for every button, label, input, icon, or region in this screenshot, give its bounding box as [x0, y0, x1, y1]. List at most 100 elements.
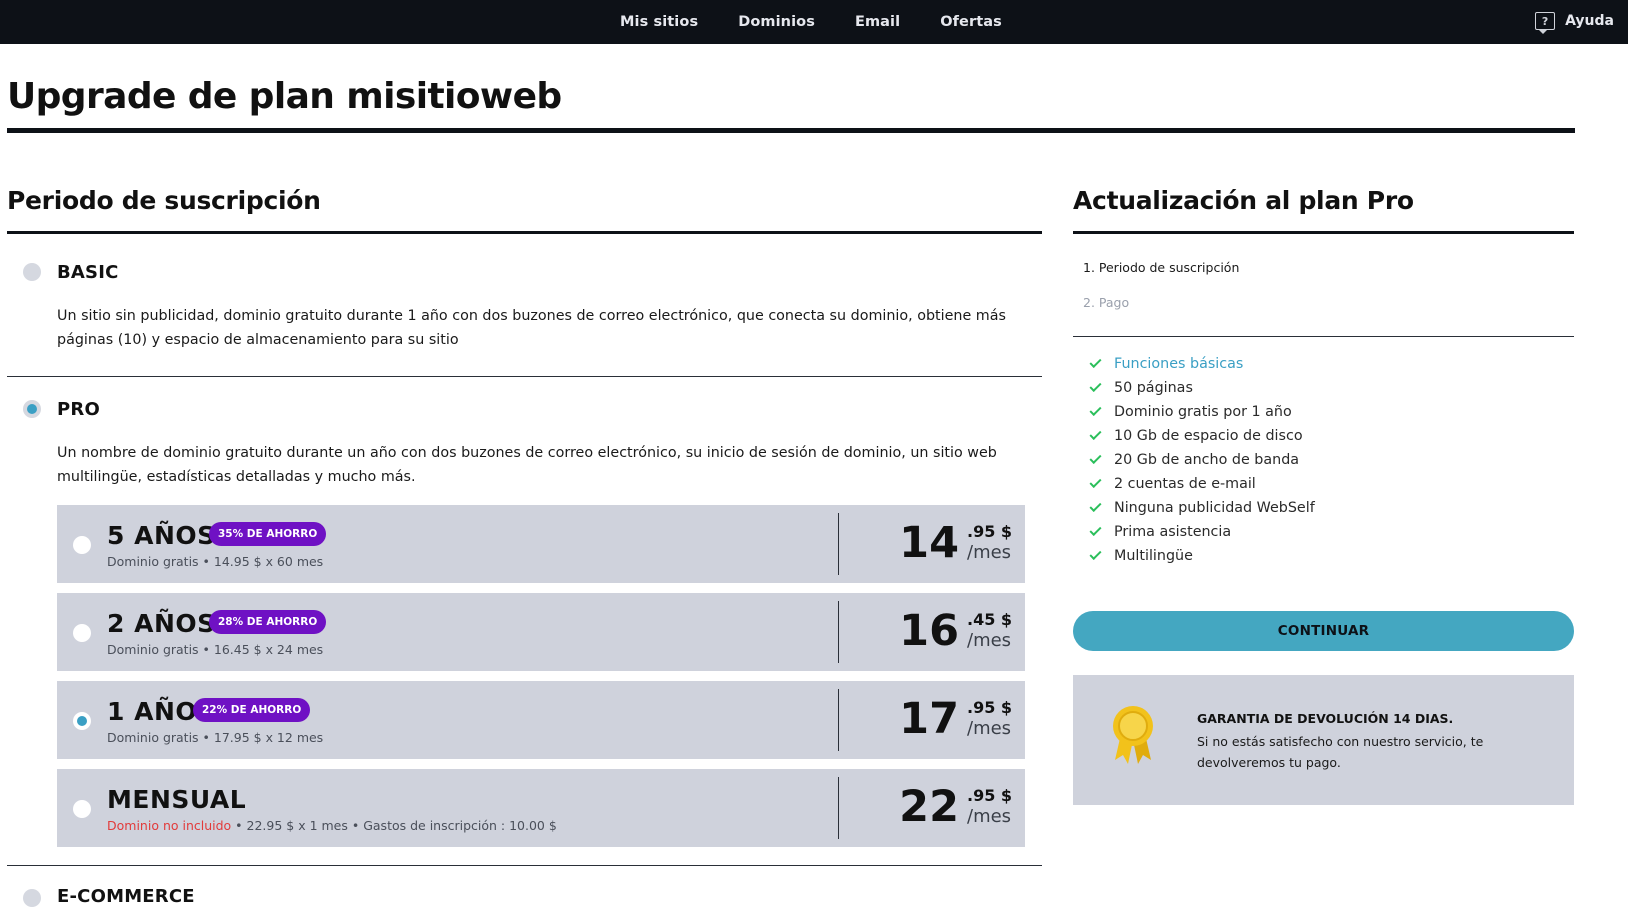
feature-label: Prima asistencia	[1114, 524, 1232, 540]
price-decimal: .95 $	[967, 522, 1013, 541]
check-icon	[1089, 451, 1102, 465]
period-option-radio[interactable]	[73, 536, 91, 554]
check-icon	[1089, 355, 1102, 369]
plan-divider	[7, 865, 1042, 866]
period-option-1-year[interactable]: 1 AÑO 22% DE AHORRO Dominio gratis • 17.…	[57, 681, 1025, 759]
check-icon	[1089, 379, 1102, 393]
feature-item: Funciones básicas	[1089, 354, 1243, 374]
feature-label: 50 páginas	[1114, 380, 1193, 396]
period-option-detail-text: Dominio gratis • 17.95 $ x 12 mes	[107, 730, 324, 745]
check-icon	[1089, 427, 1102, 441]
feature-item: 10 Gb de espacio de disco	[1089, 426, 1303, 446]
period-option-details: Dominio gratis • 17.95 $ x 12 mes	[107, 730, 323, 745]
feature-item: Prima asistencia	[1089, 522, 1232, 542]
period-option-details: Dominio gratis • 14.95 $ x 60 mes	[107, 554, 323, 569]
feature-item: Ninguna publicidad WebSelf	[1089, 498, 1315, 518]
savings-badge: 35% DE AHORRO	[209, 522, 327, 546]
guarantee-box: GARANTIA DE DEVOLUCIÓN 14 DIAS. Si no es…	[1073, 675, 1574, 805]
main-nav: Mis sitios Dominios Email Ofertas	[620, 0, 1002, 44]
help-link[interactable]: ? Ayuda	[1535, 12, 1614, 34]
check-icon	[1089, 523, 1102, 537]
period-option-detail-text: • 22.95 $ x 1 mes • Gastos de inscripció…	[231, 818, 557, 833]
subscription-section-divider	[7, 231, 1042, 234]
nav-dominios[interactable]: Dominios	[738, 14, 815, 30]
price-integer: 16	[899, 606, 959, 656]
plan-ecommerce-radio[interactable]	[23, 889, 41, 907]
feature-label: 2 cuentas de e-mail	[1114, 476, 1256, 492]
price-divider	[838, 689, 839, 751]
feature-label: 10 Gb de espacio de disco	[1114, 428, 1303, 444]
period-option-title: 2 AÑOS	[107, 609, 216, 638]
period-option-detail-text: Dominio gratis • 14.95 $ x 60 mes	[107, 554, 324, 569]
price-integer: 22	[899, 782, 959, 832]
price-divider	[838, 777, 839, 839]
feature-item: 50 páginas	[1089, 378, 1193, 398]
price-decimal: .95 $	[967, 786, 1013, 805]
summary-title-divider	[1073, 231, 1574, 234]
guarantee-title: GARANTIA DE DEVOLUCIÓN 14 DIAS.	[1197, 711, 1454, 726]
period-option-radio[interactable]	[73, 800, 91, 818]
price-integer: 14	[899, 518, 959, 568]
period-option-details: Dominio no incluido • 22.95 $ x 1 mes • …	[107, 818, 557, 833]
period-option-details: Dominio gratis • 16.45 $ x 24 mes	[107, 642, 323, 657]
price-integer: 17	[899, 694, 959, 744]
subscription-section-title: Periodo de suscripción	[7, 186, 321, 215]
summary-title: Actualización al plan Pro	[1073, 186, 1414, 215]
price-divider	[838, 513, 839, 575]
plan-basic-name: BASIC	[57, 262, 119, 283]
feature-label: Dominio gratis por 1 año	[1114, 404, 1292, 420]
period-option-title: MENSUAL	[107, 785, 247, 814]
feature-label: Ninguna publicidad WebSelf	[1114, 500, 1315, 516]
feature-basic-functions-link[interactable]: Funciones básicas	[1114, 356, 1243, 372]
check-icon	[1089, 403, 1102, 417]
period-option-title: 1 AÑO	[107, 697, 198, 726]
top-nav-bar: Mis sitios Dominios Email Ofertas ? Ayud…	[0, 0, 1628, 44]
plan-pro-radio[interactable]	[23, 400, 41, 418]
price-period: /mes	[967, 630, 1012, 651]
check-icon	[1089, 547, 1102, 561]
guarantee-text: Si no estás satisfecho con nuestro servi…	[1197, 734, 1484, 770]
feature-item: 2 cuentas de e-mail	[1089, 474, 1256, 494]
feature-item: Dominio gratis por 1 año	[1089, 402, 1292, 422]
check-icon	[1089, 499, 1102, 513]
help-icon: ?	[1535, 12, 1556, 34]
plan-divider	[7, 376, 1042, 377]
period-option-2-years[interactable]: 2 AÑOS 28% DE AHORRO Dominio gratis • 16…	[57, 593, 1025, 671]
feature-item: Multilingüe	[1089, 546, 1193, 566]
plan-basic-radio[interactable]	[23, 263, 41, 281]
check-icon	[1089, 475, 1102, 489]
period-option-radio[interactable]	[73, 624, 91, 642]
period-option-title: 5 AÑOS	[107, 521, 216, 550]
help-label: Ayuda	[1565, 13, 1614, 29]
plan-pro-description: Un nombre de dominio gratuito durante un…	[57, 445, 997, 485]
nav-email[interactable]: Email	[855, 14, 900, 30]
period-option-monthly[interactable]: MENSUAL Dominio no incluido • 22.95 $ x …	[57, 769, 1025, 847]
feature-label: Multilingüe	[1114, 548, 1193, 564]
feature-label: 20 Gb de ancho de banda	[1114, 452, 1300, 468]
plan-pro-name: PRO	[57, 399, 100, 420]
period-option-warning: Dominio no incluido	[107, 818, 232, 833]
price-period: /mes	[967, 718, 1012, 739]
savings-badge: 28% DE AHORRO	[209, 610, 327, 634]
price-divider	[838, 601, 839, 663]
period-option-detail-text: Dominio gratis • 16.45 $ x 24 mes	[107, 642, 324, 657]
feature-item: 20 Gb de ancho de banda	[1089, 450, 1300, 470]
price-decimal: .45 $	[967, 610, 1013, 629]
price-period: /mes	[967, 542, 1012, 563]
steps-divider	[1073, 336, 1574, 337]
period-option-radio[interactable]	[73, 712, 91, 730]
step-payment: 2. Pago	[1083, 295, 1130, 310]
title-divider	[7, 128, 1575, 133]
award-ribbon-icon	[1113, 706, 1153, 764]
price-period: /mes	[967, 806, 1012, 827]
page-title: Upgrade de plan misitioweb	[7, 76, 562, 117]
plan-ecommerce-name: E-COMMERCE	[57, 886, 195, 907]
continue-button[interactable]: CONTINUAR	[1073, 611, 1574, 651]
plan-basic-description: Un sitio sin publicidad, dominio gratuit…	[57, 308, 1006, 348]
nav-mis-sitios[interactable]: Mis sitios	[620, 14, 698, 30]
period-option-5-years[interactable]: 5 AÑOS 35% DE AHORRO Dominio gratis • 14…	[57, 505, 1025, 583]
nav-ofertas[interactable]: Ofertas	[940, 14, 1002, 30]
step-subscription: 1. Periodo de suscripción	[1083, 260, 1240, 275]
price-decimal: .95 $	[967, 698, 1013, 717]
savings-badge: 22% DE AHORRO	[193, 698, 311, 722]
